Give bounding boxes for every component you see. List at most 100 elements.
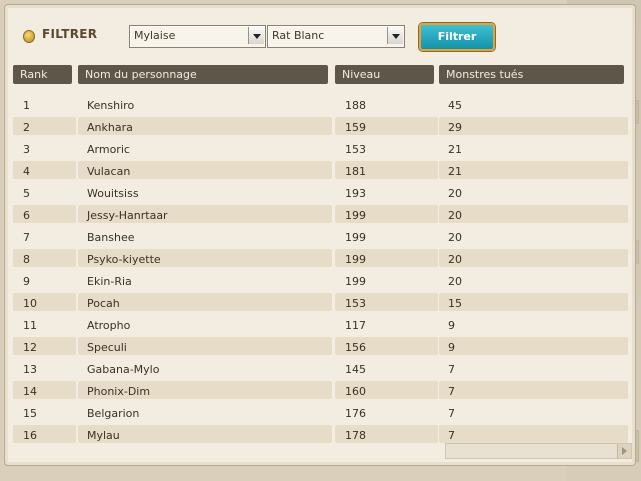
column-header-rank[interactable]: Rank xyxy=(13,65,72,84)
cell-kills: 21 xyxy=(448,143,462,156)
table-row[interactable]: 11 Atropho 117 9 xyxy=(9,315,635,337)
table-row[interactable]: 4 Vulacan 181 21 xyxy=(9,161,635,183)
cell-rank: 16 xyxy=(23,429,37,442)
chevron-right-icon[interactable] xyxy=(617,444,631,458)
table-row[interactable]: 3 Armoric 153 21 xyxy=(9,139,635,161)
cell-kills: 20 xyxy=(448,275,462,288)
cell-rank: 4 xyxy=(23,165,30,178)
cell-name: Psyko-kiyette xyxy=(87,253,161,266)
column-header-kills-label: Monstres tués xyxy=(446,68,524,81)
cell-kills: 20 xyxy=(448,231,462,244)
cell-name: Mylau xyxy=(87,429,120,442)
table-row[interactable]: 14 Phonix-Dim 160 7 xyxy=(9,381,635,403)
cell-kills: 21 xyxy=(448,165,462,178)
table-row[interactable]: 2 Ankhara 159 29 xyxy=(9,117,635,139)
cell-level: 199 xyxy=(345,231,366,244)
cell-name: Atropho xyxy=(87,319,131,332)
cell-rank: 6 xyxy=(23,209,30,222)
zone-select[interactable]: Mylaise xyxy=(129,25,266,48)
cell-level: 178 xyxy=(345,429,366,442)
row-band xyxy=(439,249,628,267)
cell-name: Belgarion xyxy=(87,407,140,420)
chevron-down-icon[interactable] xyxy=(248,27,264,44)
cell-name: Ekin-Ria xyxy=(87,275,132,288)
horizontal-scrollbar[interactable] xyxy=(445,443,632,459)
table-row[interactable]: 12 Speculi 156 9 xyxy=(9,337,635,359)
column-header-name[interactable]: Nom du personnage xyxy=(78,65,328,84)
cell-kills: 9 xyxy=(448,341,455,354)
cell-kills: 9 xyxy=(448,319,455,332)
row-band xyxy=(439,205,628,223)
row-band xyxy=(439,337,628,355)
table-row[interactable]: 15 Belgarion 176 7 xyxy=(9,403,635,425)
cell-name: Pocah xyxy=(87,297,120,310)
cell-level: 145 xyxy=(345,363,366,376)
cell-kills: 15 xyxy=(448,297,462,310)
cell-level: 153 xyxy=(345,297,366,310)
column-header-kills[interactable]: Monstres tués xyxy=(439,65,624,84)
cell-name: Jessy-Hanrtaar xyxy=(87,209,168,222)
cell-name: Kenshiro xyxy=(87,99,135,112)
table-row[interactable]: 9 Ekin-Ria 199 20 xyxy=(9,271,635,293)
cell-level: 181 xyxy=(345,165,366,178)
cell-level: 188 xyxy=(345,99,366,112)
cell-kills: 20 xyxy=(448,253,462,266)
cell-level: 117 xyxy=(345,319,366,332)
cell-kills: 20 xyxy=(448,187,462,200)
zone-select-value: Mylaise xyxy=(134,29,176,42)
cell-level: 199 xyxy=(345,275,366,288)
table-row[interactable]: 7 Banshee 199 20 xyxy=(9,227,635,249)
cell-kills: 20 xyxy=(448,209,462,222)
cell-rank: 13 xyxy=(23,363,37,376)
row-band xyxy=(439,425,628,443)
cell-kills: 7 xyxy=(448,407,455,420)
ranking-panel: FILTRER Mylaise Rat Blanc Filtrer Rank N… xyxy=(4,4,636,466)
cell-level: 176 xyxy=(345,407,366,420)
cell-kills: 29 xyxy=(448,121,462,134)
cell-name: Banshee xyxy=(87,231,135,244)
cell-kills: 7 xyxy=(448,429,455,442)
chevron-down-icon[interactable] xyxy=(387,27,403,44)
monster-select[interactable]: Rat Blanc xyxy=(267,25,405,48)
cell-level: 160 xyxy=(345,385,366,398)
cell-level: 159 xyxy=(345,121,366,134)
column-header-level[interactable]: Niveau xyxy=(335,65,434,84)
table-row[interactable]: 13 Gabana-Mylo 145 7 xyxy=(9,359,635,381)
cell-name: Vulacan xyxy=(87,165,131,178)
cell-level: 199 xyxy=(345,253,366,266)
cell-name: Ankhara xyxy=(87,121,133,134)
cell-rank: 1 xyxy=(23,99,30,112)
column-header-level-label: Niveau xyxy=(342,68,381,81)
filter-bar: FILTRER Mylaise Rat Blanc Filtrer xyxy=(9,15,633,55)
table-row[interactable]: 8 Psyko-kiyette 199 20 xyxy=(9,249,635,271)
column-header-name-label: Nom du personnage xyxy=(85,68,197,81)
row-band xyxy=(439,381,628,399)
row-band xyxy=(439,117,628,135)
cell-name: Gabana-Mylo xyxy=(87,363,160,376)
cell-kills: 45 xyxy=(448,99,462,112)
cell-rank: 10 xyxy=(23,297,37,310)
cell-level: 199 xyxy=(345,209,366,222)
filter-button[interactable]: Filtrer xyxy=(419,23,495,51)
monster-select-value: Rat Blanc xyxy=(272,29,325,42)
cell-rank: 15 xyxy=(23,407,37,420)
cell-rank: 2 xyxy=(23,121,30,134)
cell-rank: 11 xyxy=(23,319,37,332)
cell-rank: 9 xyxy=(23,275,30,288)
cell-rank: 14 xyxy=(23,385,37,398)
row-band xyxy=(439,293,628,311)
table-row[interactable]: 1 Kenshiro 188 45 xyxy=(9,95,635,117)
cell-level: 153 xyxy=(345,143,366,156)
filter-label: FILTRER xyxy=(42,27,98,41)
table-row[interactable]: 10 Pocah 153 15 xyxy=(9,293,635,315)
cell-level: 156 xyxy=(345,341,366,354)
table-row[interactable]: 6 Jessy-Hanrtaar 199 20 xyxy=(9,205,635,227)
cell-name: Armoric xyxy=(87,143,130,156)
cell-name: Speculi xyxy=(87,341,127,354)
table-row[interactable]: 5 Wouitsiss 193 20 xyxy=(9,183,635,205)
cell-kills: 7 xyxy=(448,363,455,376)
cell-name: Wouitsiss xyxy=(87,187,139,200)
coin-icon xyxy=(23,30,35,43)
row-band xyxy=(439,161,628,179)
cell-name: Phonix-Dim xyxy=(87,385,151,398)
